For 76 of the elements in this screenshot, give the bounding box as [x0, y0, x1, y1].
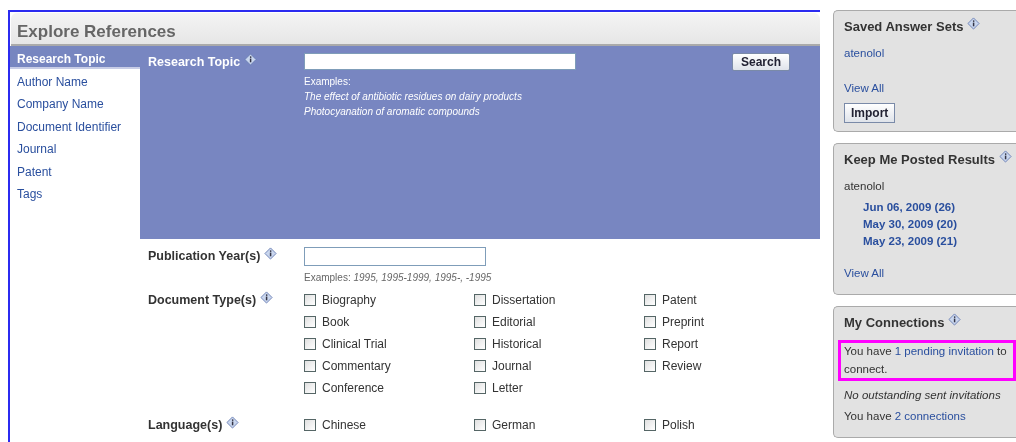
info-icon[interactable] [260, 291, 274, 304]
note-text: No outstanding sent invitations [844, 387, 1002, 403]
checkbox-label: Polish [662, 416, 695, 434]
link[interactable]: View All [844, 79, 1016, 97]
panel-title: Explore References [11, 13, 820, 46]
checkbox[interactable] [304, 293, 316, 306]
checkbox-label: Journal [492, 357, 532, 375]
checkbox-label: Clinical Trial [322, 335, 387, 353]
date-link[interactable]: Jun 06, 2009 (26) [844, 198, 1016, 216]
sidebar-item[interactable]: Patent [10, 158, 140, 181]
item-text: atenolol [844, 178, 886, 194]
info-icon[interactable] [244, 53, 258, 66]
info-icon[interactable] [226, 416, 240, 429]
checkbox[interactable] [644, 359, 656, 372]
field-label: Document Type(s) [148, 293, 257, 307]
field-label: Language(s) [148, 418, 223, 432]
checkbox-label: Review [662, 357, 702, 375]
checkbox-label: Letter [492, 379, 523, 397]
checkbox[interactable] [304, 315, 316, 328]
info-icon[interactable] [999, 150, 1012, 163]
field-label: Research Topic [148, 55, 241, 69]
import-button[interactable]: Import [844, 103, 896, 123]
checkbox[interactable] [644, 293, 656, 306]
checkbox[interactable] [474, 337, 486, 350]
checkbox-label: Conference [322, 379, 385, 397]
sidebar-item[interactable]: Research Topic [10, 46, 140, 69]
date-link[interactable]: May 23, 2009 (21) [844, 233, 1016, 251]
example-text: Photocyanation of aromatic compounds [304, 105, 481, 119]
search-field[interactable] [304, 53, 576, 70]
info-icon[interactable] [264, 247, 278, 260]
checkbox-label: Editorial [492, 313, 536, 331]
checkbox[interactable] [474, 418, 486, 431]
checkbox[interactable] [474, 381, 486, 394]
sidebar-item[interactable]: Author Name [10, 68, 140, 91]
checkbox-label: Preprint [662, 313, 705, 331]
sidebar-item[interactable]: Tags [10, 181, 140, 204]
example-text: The effect of antibiotic residues on dairy products [304, 90, 523, 104]
checkbox[interactable] [474, 359, 486, 372]
sidebar-item[interactable]: Company Name [10, 91, 140, 114]
examples-label: Examples: [304, 75, 352, 89]
checkbox[interactable] [304, 337, 316, 350]
checkbox-label: Patent [662, 291, 697, 309]
status-text: You have 1 pending invitation to connect. [838, 340, 1016, 381]
checkbox[interactable] [304, 359, 316, 372]
checkbox-label: Dissertation [492, 291, 556, 309]
checkbox[interactable] [474, 293, 486, 306]
examples-text: Examples: 1995, 1995-1999, 1995-, -1995 [304, 271, 492, 285]
checkbox[interactable] [644, 418, 656, 431]
checkbox-label: Biography [322, 291, 377, 309]
year-field[interactable] [304, 247, 486, 266]
checkbox[interactable] [304, 381, 316, 394]
field-label: Publication Year(s) [148, 249, 261, 263]
panel-heading: Keep Me Posted Results [844, 152, 995, 167]
checkbox[interactable] [304, 418, 316, 431]
sidebar-item[interactable]: Journal [10, 136, 140, 159]
checkbox-label: Book [322, 313, 350, 331]
checkbox[interactable] [644, 337, 656, 350]
link[interactable]: 1 pending invitation [894, 345, 994, 358]
checkbox-label: Chinese [322, 416, 367, 434]
panel-heading: Saved Answer Sets [844, 19, 964, 34]
link[interactable]: atenolol [844, 44, 1016, 62]
info-icon[interactable] [967, 17, 981, 30]
checkbox[interactable] [644, 315, 656, 328]
link[interactable]: View All [844, 264, 1016, 282]
panel-heading: My Connections [844, 314, 945, 330]
checkbox-label: Commentary [322, 357, 391, 375]
date-link[interactable]: May 30, 2009 (20) [844, 216, 1016, 234]
status-text: You have 2 connections [844, 409, 967, 424]
info-icon[interactable] [948, 312, 962, 326]
search-button[interactable]: Search [731, 53, 790, 71]
checkbox-label: Report [662, 335, 699, 353]
link[interactable]: 2 connections [894, 410, 966, 422]
checkbox[interactable] [474, 315, 486, 328]
checkbox-label: German [492, 416, 536, 434]
sidebar-item[interactable]: Document Identifier [10, 113, 140, 136]
checkbox-label: Historical [492, 335, 542, 353]
